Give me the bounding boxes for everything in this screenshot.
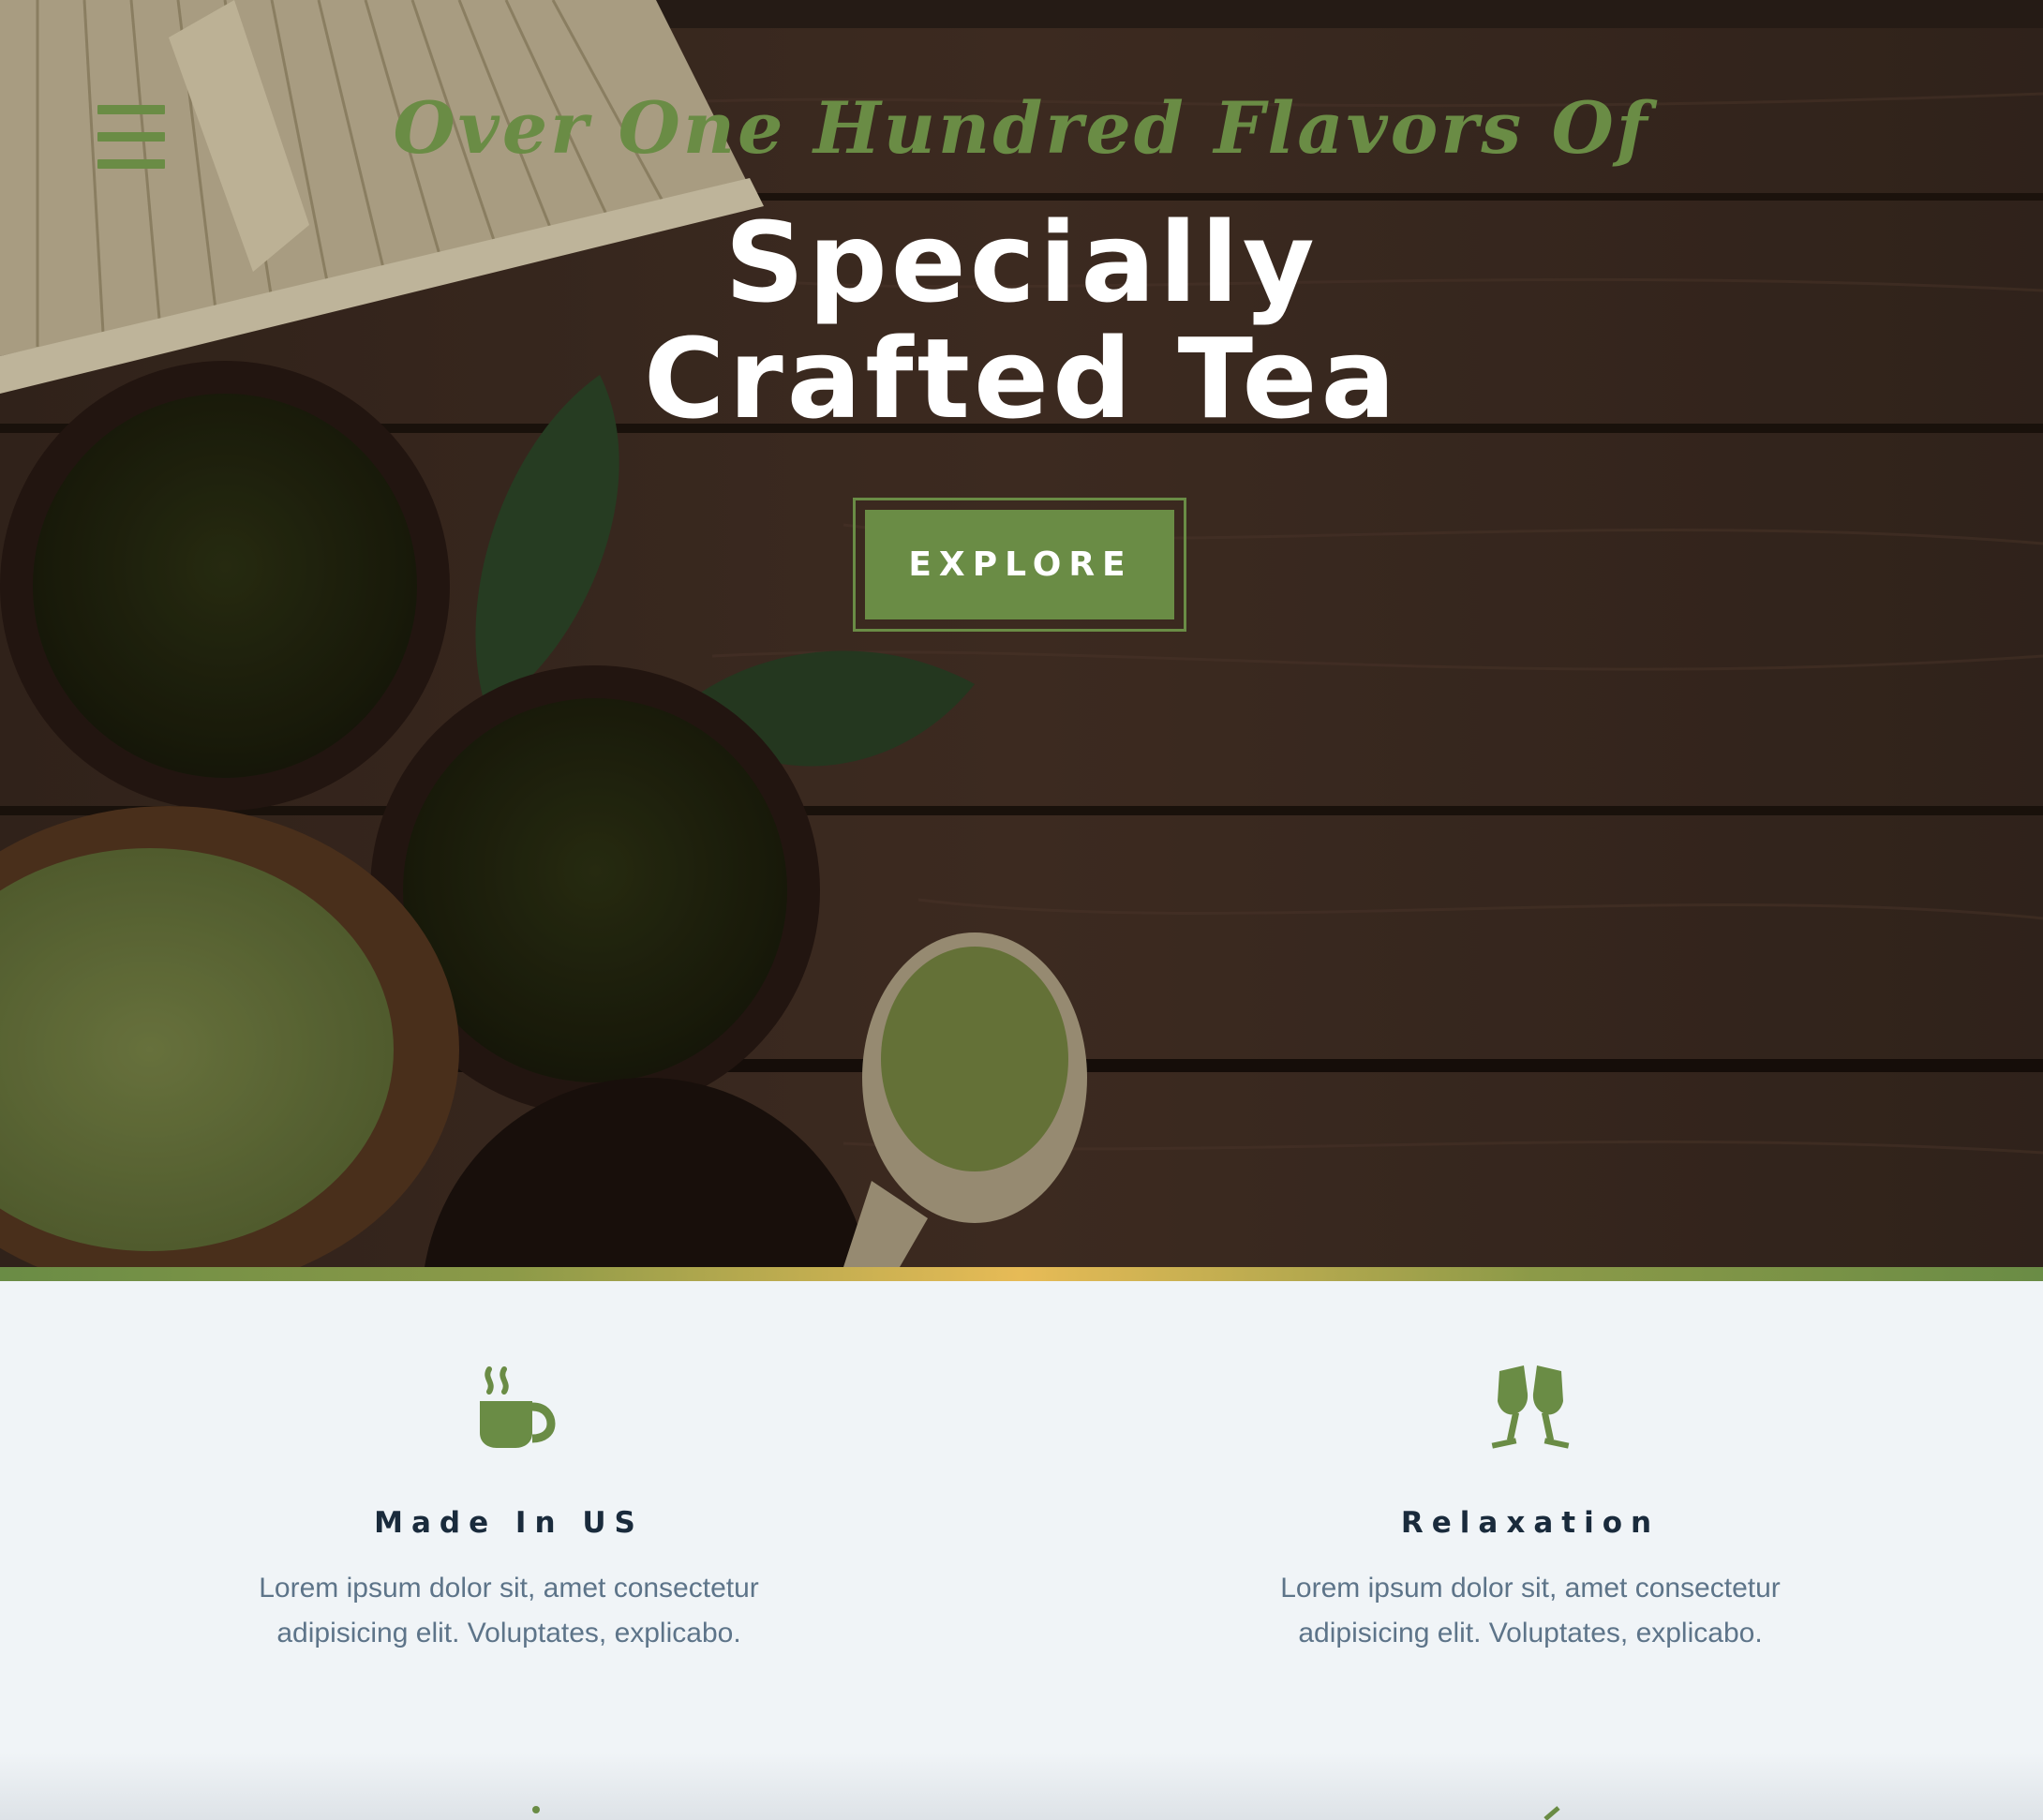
- hero-title: Specially Crafted Tea: [0, 204, 2043, 437]
- hero-overlay: [0, 0, 2043, 1267]
- feature-title: Made In US: [374, 1506, 644, 1540]
- feature-text: Lorem ipsum dolor sit, amet consectetur …: [1280, 1573, 1781, 1648]
- next-feature-icon: [1543, 1806, 1560, 1820]
- explore-button-frame: EXPLORE: [853, 498, 1186, 632]
- section-fade: [0, 1753, 2043, 1820]
- hero-title-line-1: Specially: [724, 198, 1319, 327]
- hero-title-line-2: Crafted Tea: [643, 314, 1400, 443]
- features-section: Made In US Lorem ipsum dolor sit, amet c…: [0, 1281, 2043, 1820]
- explore-button[interactable]: EXPLORE: [865, 510, 1174, 619]
- feature-text: Lorem ipsum dolor sit, amet consectetur …: [259, 1573, 759, 1648]
- page: Over One Hundred Flavors Of Specially Cr…: [0, 0, 2043, 1820]
- next-feature-icon: [532, 1806, 540, 1813]
- feature-card: Relaxation Lorem ipsum dolor sit, amet c…: [1193, 1365, 1868, 1656]
- glass-cheers-icon: [1491, 1365, 1570, 1449]
- feature-title: Relaxation: [1400, 1506, 1661, 1540]
- feature-card: Made In US Lorem ipsum dolor sit, amet c…: [171, 1365, 846, 1656]
- gradient-divider: [0, 1267, 2043, 1281]
- coffee-cup-icon: [480, 1366, 556, 1448]
- hero-section: Over One Hundred Flavors Of Specially Cr…: [0, 0, 2043, 1267]
- hero-eyebrow: Over One Hundred Flavors Of: [393, 86, 1650, 170]
